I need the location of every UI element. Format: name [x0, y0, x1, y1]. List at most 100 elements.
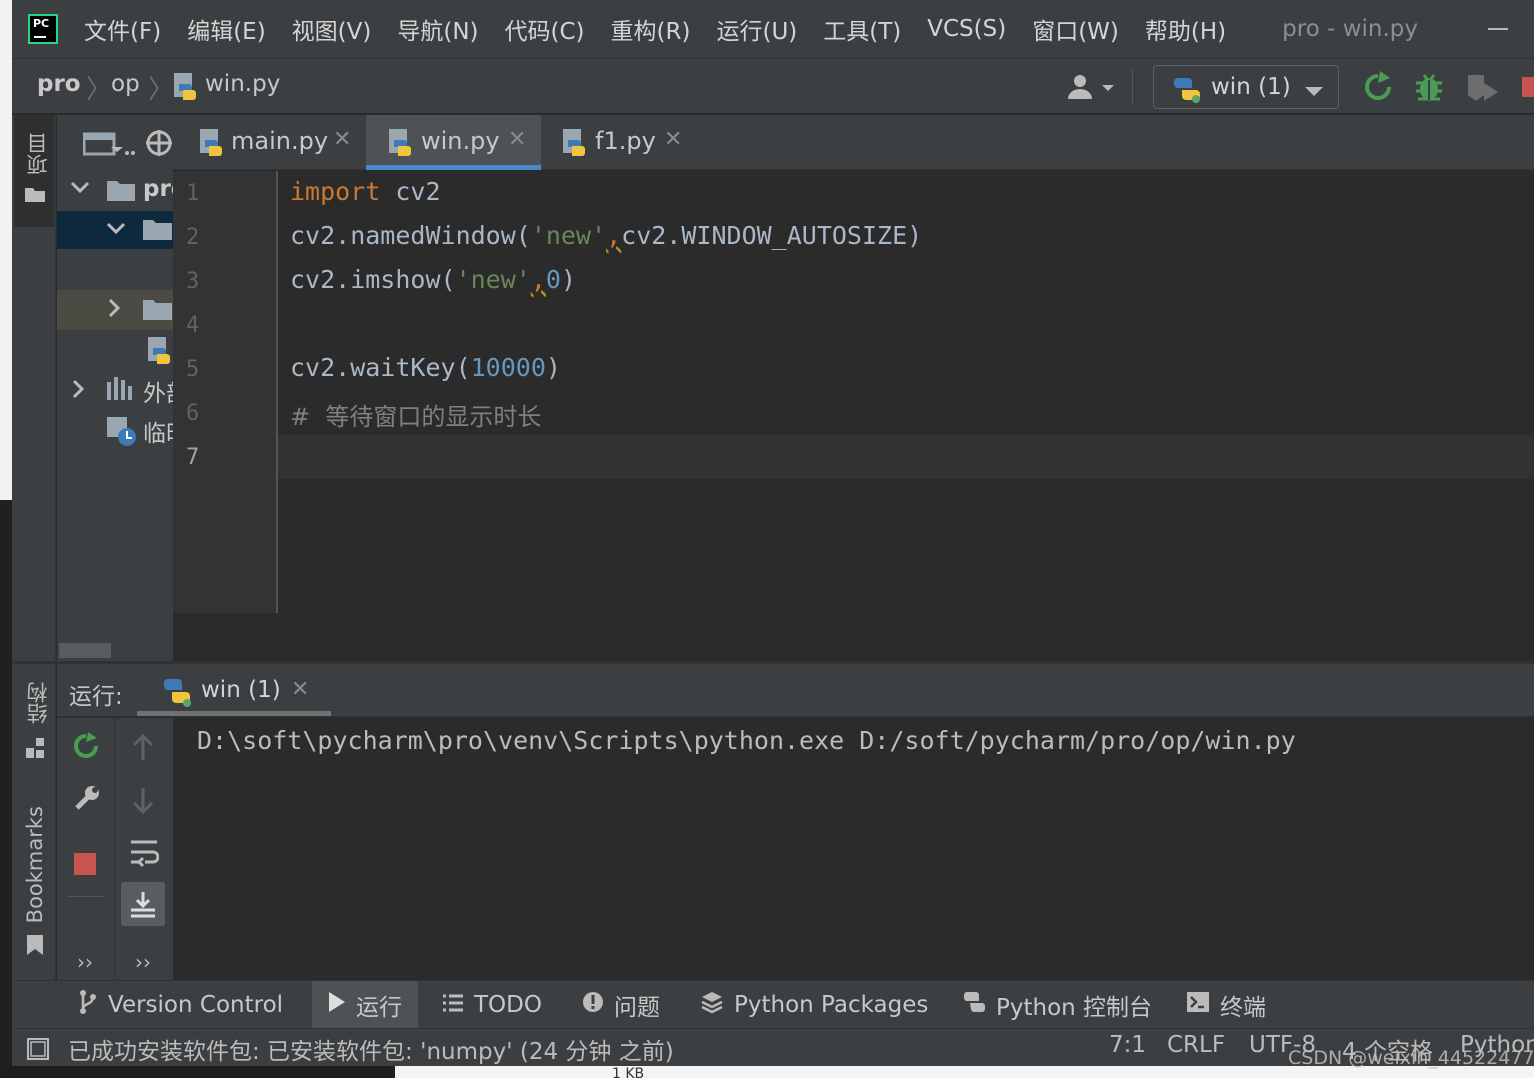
- chevron-down-icon[interactable]: [70, 180, 90, 199]
- close-icon[interactable]: ✕: [333, 127, 351, 152]
- run-tab-label[interactable]: win (1): [201, 677, 281, 703]
- menu-file[interactable]: 文件(F): [84, 12, 161, 46]
- project-tree-root-label[interactable]: pro: [143, 176, 173, 202]
- tab-label: Version Control: [108, 992, 284, 1018]
- structure-icon: [26, 738, 46, 764]
- tab-problems[interactable]: 问题: [582, 981, 660, 1029]
- menu-tools[interactable]: 工具(T): [823, 12, 901, 46]
- chevron-right-icon[interactable]: [72, 379, 86, 403]
- close-icon[interactable]: ✕: [291, 677, 309, 702]
- project-tool-tab[interactable]: 项目: [14, 115, 54, 227]
- breadcrumb-file[interactable]: win.py: [205, 71, 280, 97]
- file-size-text: 1 KB: [612, 1066, 645, 1078]
- folder-icon: [142, 297, 173, 325]
- menu-edit[interactable]: 编辑(E): [187, 12, 265, 46]
- menu-help[interactable]: 帮助(H): [1145, 12, 1226, 46]
- tab-terminal[interactable]: 终端: [1186, 981, 1266, 1029]
- more-icon[interactable]: ››: [135, 950, 151, 974]
- menu-run[interactable]: 运行(U): [716, 12, 797, 46]
- project-tree-external-libraries[interactable]: 外部: [143, 374, 173, 408]
- code-line-3[interactable]: cv2.imshow('new',0): [290, 265, 576, 294]
- menu-refactor[interactable]: 重构(R): [611, 12, 691, 46]
- tab-f1-py[interactable]: f1.py ✕: [546, 115, 696, 170]
- branch-icon: [78, 989, 98, 1021]
- run-console[interactable]: D:\soft\pycharm\pro\venv\Scripts\python.…: [173, 718, 1534, 980]
- python-file-icon: [171, 72, 199, 106]
- code-line-2[interactable]: cv2.namedWindow('new',cv2.WINDOW_AUTOSIZ…: [290, 221, 922, 250]
- problems-icon: [582, 991, 604, 1019]
- project-tree-scratches[interactable]: 临时: [143, 414, 173, 448]
- arrow-down-icon[interactable]: [131, 786, 155, 818]
- list-icon: [442, 992, 464, 1018]
- tab-label: TODO: [474, 992, 542, 1018]
- menu-navigate[interactable]: 导航(N): [397, 12, 478, 46]
- run-configuration-dropdown[interactable]: win (1): [1153, 65, 1339, 109]
- arrow-up-icon[interactable]: [131, 733, 155, 766]
- wrench-icon[interactable]: [73, 784, 101, 816]
- tab-label: Python Packages: [734, 992, 929, 1018]
- tab-main-py[interactable]: main.py ✕: [183, 115, 363, 170]
- chevron-down-icon[interactable]: [106, 221, 126, 240]
- menu-view[interactable]: 视图(V): [292, 12, 372, 46]
- folder-icon: [142, 217, 173, 245]
- tab-label: f1.py: [595, 127, 656, 155]
- run-with-coverage-icon[interactable]: [1466, 73, 1500, 107]
- caret-position[interactable]: 7:1: [1109, 1032, 1146, 1058]
- debug-icon[interactable]: [1414, 71, 1444, 107]
- menu-window[interactable]: 窗口(W): [1032, 12, 1119, 46]
- python-console-icon: [962, 990, 986, 1020]
- project-view-select-icon[interactable]: [82, 131, 135, 161]
- tab-python-console[interactable]: Python 控制台: [962, 981, 1152, 1029]
- rerun-icon[interactable]: [1362, 71, 1394, 107]
- scroll-to-end-button[interactable]: [121, 882, 165, 926]
- rerun-icon[interactable]: [71, 732, 101, 766]
- tab-version-control[interactable]: Version Control: [78, 981, 283, 1029]
- breadcrumb-project[interactable]: pro: [37, 71, 81, 97]
- project-panel-scrollbar[interactable]: [59, 643, 111, 658]
- status-bar: 已成功安装软件包: 已安装软件包: 'numpy' (24 分钟 之前) 7:1…: [12, 1028, 1534, 1069]
- tab-label: 问题: [614, 995, 660, 1021]
- code-line-6-comment[interactable]: # 等待窗口的显示时长: [290, 397, 541, 432]
- structure-tool-tab[interactable]: 结构: [14, 680, 54, 770]
- line-number: 7: [186, 445, 200, 470]
- code-line-5[interactable]: cv2.waitKey(10000): [290, 353, 561, 382]
- tab-todo[interactable]: TODO: [442, 981, 542, 1029]
- terminal-icon: [1186, 991, 1210, 1019]
- line-number: 3: [186, 269, 200, 294]
- breadcrumb-folder[interactable]: op: [111, 71, 140, 97]
- tab-run[interactable]: 运行: [312, 981, 418, 1029]
- user-icon[interactable]: [1066, 73, 1116, 105]
- active-run-tab-indicator: [137, 711, 331, 716]
- chevron-right-icon[interactable]: [108, 298, 122, 322]
- locate-icon[interactable]: [145, 129, 173, 161]
- line-separator[interactable]: CRLF: [1167, 1032, 1225, 1058]
- tab-label: main.py: [231, 127, 329, 155]
- pycharm-logo-icon[interactable]: PC: [28, 14, 58, 44]
- bottom-tool-tabs: Version Control 运行 TODO 问题 Python Packag…: [12, 980, 1534, 1029]
- breadcrumb-separator-icon: 〉: [86, 75, 113, 105]
- menu-code[interactable]: 代码(C): [505, 12, 585, 46]
- menu-vcs[interactable]: VCS(S): [927, 16, 1006, 42]
- current-line-highlight: [278, 435, 1534, 479]
- window-title: pro - win.py: [1282, 16, 1418, 42]
- code-line-1[interactable]: import cv2: [290, 177, 441, 206]
- close-icon[interactable]: ✕: [508, 127, 526, 152]
- run-toolbar: ›› ››: [57, 718, 173, 980]
- structure-tool-tab-label: 结构: [26, 682, 50, 724]
- status-message[interactable]: 已成功安装软件包: 已安装软件包: 'numpy' (24 分钟 之前): [68, 1032, 674, 1066]
- tab-python-packages[interactable]: Python Packages: [700, 981, 928, 1029]
- bookmarks-tool-tab[interactable]: Bookmarks: [14, 800, 54, 960]
- stop-icon[interactable]: [74, 853, 96, 875]
- toggle-tool-windows-icon[interactable]: [26, 1037, 50, 1065]
- tab-label: Python 控制台: [996, 995, 1153, 1021]
- close-icon[interactable]: ✕: [664, 127, 682, 152]
- tab-win-py[interactable]: win.py ✕: [366, 115, 541, 170]
- line-number: 5: [186, 357, 200, 382]
- more-icon[interactable]: ››: [77, 950, 93, 974]
- title-bar: PC 文件(F) 编辑(E) 视图(V) 导航(N) 代码(C) 重构(R) 运…: [12, 0, 1534, 58]
- watermark: CSDN @weixin_44522477: [1288, 1047, 1534, 1069]
- stop-icon[interactable]: [1522, 77, 1534, 97]
- project-tool-tab-label: 项目: [26, 133, 50, 175]
- minimize-icon[interactable]: [1488, 28, 1508, 30]
- soft-wrap-icon[interactable]: [129, 838, 160, 872]
